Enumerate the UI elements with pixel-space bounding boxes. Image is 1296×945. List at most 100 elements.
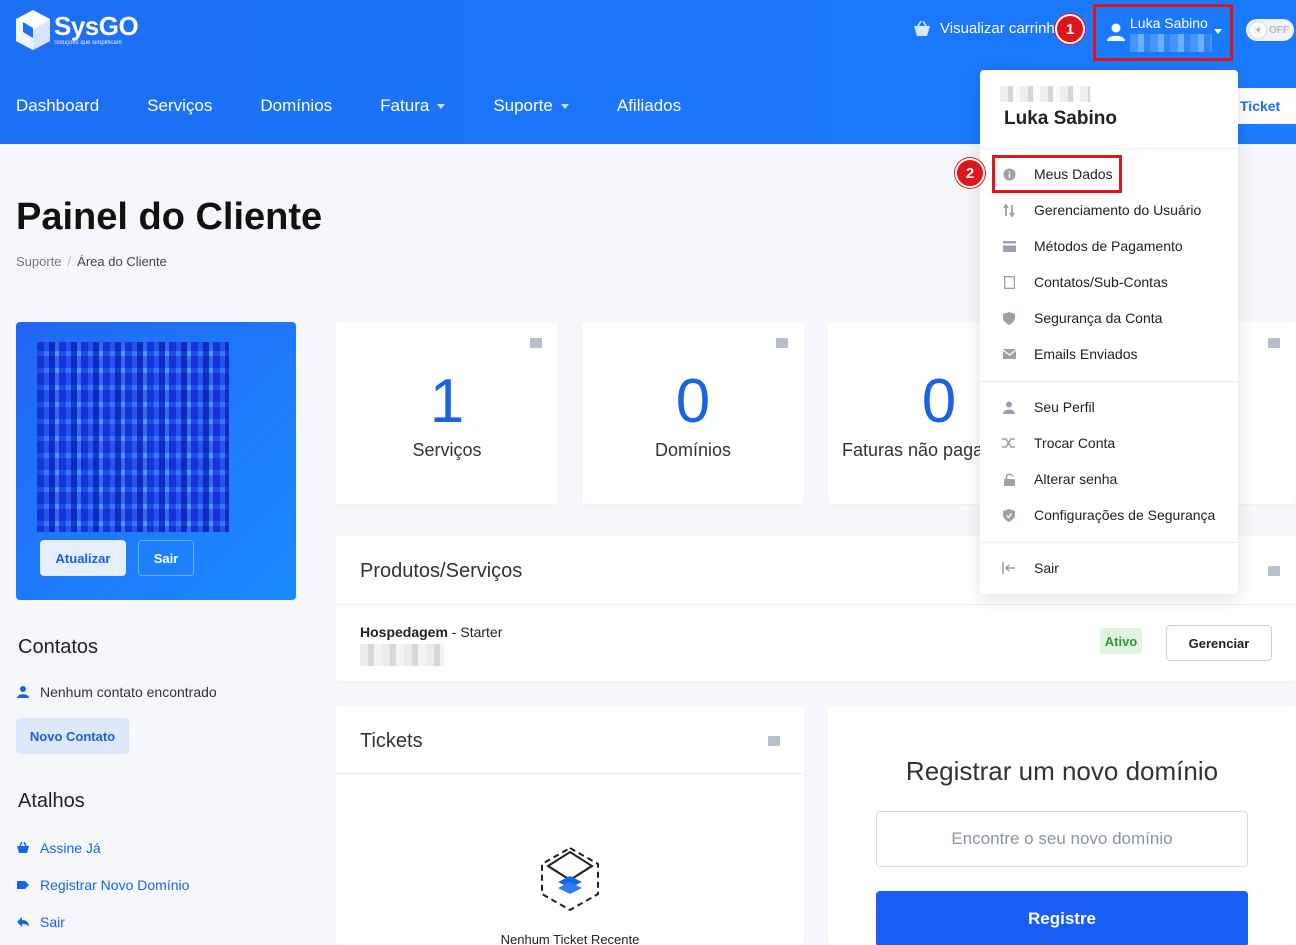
logo[interactable]: SysGO Soluções que simplificam xyxy=(16,10,139,50)
user-dropdown-menu: Luka Sabino Meus Dados Gerenciamento do … xyxy=(980,70,1238,594)
breadcrumb-suporte[interactable]: Suporte xyxy=(16,254,62,269)
product-type: Hospedagem xyxy=(360,624,448,640)
menu-configuracoes-seguranca[interactable]: Configurações de Segurança xyxy=(1002,507,1215,523)
tag-icon xyxy=(1268,338,1280,348)
contacts-heading: Contatos xyxy=(18,636,99,658)
user-icon xyxy=(17,686,29,698)
product-plan: - Starter xyxy=(447,624,503,640)
nav-afiliados[interactable]: Afiliados xyxy=(617,96,681,116)
shortcut-register-domain[interactable]: Registrar Novo Domínio xyxy=(16,877,189,893)
nav-label: Fatura xyxy=(380,96,430,115)
tag-icon xyxy=(776,338,788,348)
stat-label: Domínios xyxy=(654,440,732,460)
nav-suporte[interactable]: Suporte xyxy=(493,96,569,116)
update-button[interactable]: Atualizar xyxy=(40,540,126,576)
user-menu-button[interactable]: Luka Sabino xyxy=(1093,4,1233,61)
exit-button[interactable]: Sair xyxy=(138,540,194,576)
product-domain-redacted xyxy=(360,644,444,666)
tag-icon xyxy=(768,736,780,746)
lock-icon xyxy=(1002,472,1016,486)
profile-card: Atualizar Sair xyxy=(16,322,296,600)
shield-icon xyxy=(1002,311,1016,325)
shortcut-logout[interactable]: Sair xyxy=(16,914,65,930)
contacts-empty: Nenhum contato encontrado xyxy=(16,684,217,700)
nav-label: Afiliados xyxy=(616,96,682,115)
annotation-step-1: 1 xyxy=(1055,14,1085,44)
theme-toggle[interactable]: ☀ OFF xyxy=(1246,19,1294,41)
menu-label: Métodos de Pagamento xyxy=(1034,238,1183,254)
menu-seguranca-conta[interactable]: Segurança da Conta xyxy=(1002,310,1162,326)
domain-search-input[interactable] xyxy=(876,811,1248,867)
dropdown-user-name: Luka Sabino xyxy=(1004,108,1117,129)
nav-dominios[interactable]: Domínios xyxy=(260,96,332,116)
breadcrumb: Suporte / Área do Cliente xyxy=(16,254,167,269)
menu-gerenciamento-usuario[interactable]: Gerenciamento do Usuário xyxy=(1002,202,1201,218)
empty-ticket-icon xyxy=(541,846,599,912)
shortcuts-heading: Atalhos xyxy=(18,790,85,812)
nav-servicos[interactable]: Serviços xyxy=(147,96,212,116)
menu-label: Gerenciamento do Usuário xyxy=(1034,202,1202,218)
sun-icon: ☀ xyxy=(1250,22,1266,38)
stat-card-dominios[interactable]: 0 Domínios xyxy=(582,322,804,504)
user-email-redacted xyxy=(1130,34,1212,52)
shield-check-icon xyxy=(1002,508,1016,522)
stat-card-servicos[interactable]: 1 Serviços xyxy=(336,322,558,504)
view-cart-link[interactable]: Visualizar carrinho xyxy=(912,20,1063,37)
menu-emails-enviados[interactable]: Emails Enviados xyxy=(1002,346,1138,362)
menu-label: Segurança da Conta xyxy=(1034,310,1163,326)
manage-button[interactable]: Gerenciar xyxy=(1166,625,1272,661)
main-nav: Dashboard Serviços Domínios Fatura Supor… xyxy=(16,96,729,116)
menu-label: Trocar Conta xyxy=(1034,435,1116,451)
profile-image-redacted xyxy=(37,342,229,532)
logo-tagline: Soluções que simplificam xyxy=(54,40,122,46)
contacts-empty-text: Nenhum contato encontrado xyxy=(40,684,217,700)
annotation-highlight-meus-dados xyxy=(992,155,1122,193)
view-cart-label: Visualizar carrinho xyxy=(940,20,1064,37)
nav-label: Suporte xyxy=(493,96,553,115)
open-ticket-button[interactable]: Ticket xyxy=(1228,88,1296,124)
theme-toggle-label: OFF xyxy=(1269,24,1289,36)
products-title: Produtos/Serviços xyxy=(360,560,523,582)
divider xyxy=(980,148,1238,149)
product-name[interactable]: Hospedagem - Starter xyxy=(360,624,502,640)
shortcut-assine-ja[interactable]: Assine Já xyxy=(16,840,101,856)
shuffle-icon xyxy=(1002,436,1016,450)
shortcut-label: Assine Já xyxy=(40,840,101,856)
tag-icon xyxy=(17,881,29,889)
breadcrumb-current: Área do Cliente xyxy=(77,254,167,269)
nav-fatura[interactable]: Fatura xyxy=(380,96,446,116)
menu-trocar-conta[interactable]: Trocar Conta xyxy=(1002,435,1115,451)
menu-metodos-pagamento[interactable]: Métodos de Pagamento xyxy=(1002,238,1183,254)
nav-dashboard[interactable]: Dashboard xyxy=(16,96,99,116)
shortcut-label: Sair xyxy=(40,914,65,930)
menu-label: Emails Enviados xyxy=(1034,346,1138,362)
menu-label: Sair xyxy=(1034,560,1059,576)
domain-panel: Registrar um novo domínio Registre xyxy=(828,706,1296,945)
menu-seu-perfil[interactable]: Seu Perfil xyxy=(1002,399,1095,415)
breadcrumb-separator: / xyxy=(67,254,72,269)
basket-icon xyxy=(17,841,29,853)
new-contact-button[interactable]: Novo Contato xyxy=(16,718,129,754)
annotation-step-2: 2 xyxy=(955,158,985,188)
menu-label: Configurações de Segurança xyxy=(1034,507,1216,523)
cube-logo-icon xyxy=(16,10,50,50)
chevron-down-icon xyxy=(1214,29,1222,34)
menu-label: Seu Perfil xyxy=(1034,399,1095,415)
user-icon xyxy=(1002,400,1016,414)
divider xyxy=(980,381,1238,382)
stat-value: 0 xyxy=(675,367,711,436)
menu-label: Contatos/Sub-Contas xyxy=(1034,274,1168,290)
stat-value: 1 xyxy=(429,367,465,436)
divider xyxy=(336,773,804,774)
chevron-down-icon xyxy=(437,103,446,109)
menu-sair[interactable]: Sair xyxy=(1002,560,1059,576)
chevron-down-icon xyxy=(560,103,569,109)
user-name: Luka Sabino xyxy=(1130,15,1208,31)
nav-label: Serviços xyxy=(147,96,213,115)
tickets-panel: Tickets Nenhum Ticket Recente xyxy=(336,706,804,945)
menu-contatos-subcontas[interactable]: Contatos/Sub-Contas xyxy=(1002,274,1168,290)
register-domain-button[interactable]: Registre xyxy=(876,891,1248,945)
menu-alterar-senha[interactable]: Alterar senha xyxy=(1002,471,1117,487)
sort-arrows-icon xyxy=(1002,203,1016,217)
divider xyxy=(336,604,1296,605)
